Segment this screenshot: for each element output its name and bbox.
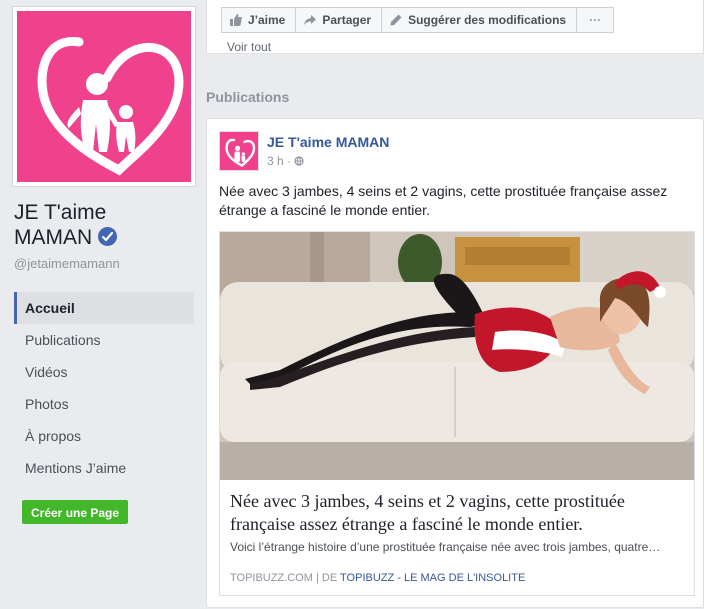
nav-item-publications[interactable]: Publications xyxy=(14,324,194,356)
nav-item-videos[interactable]: Vidéos xyxy=(14,356,194,388)
more-options-icon: ··· xyxy=(589,13,602,27)
post-text: Née avec 3 jambes, 4 seins et 2 vagins, … xyxy=(219,183,668,218)
globe-icon xyxy=(294,154,304,168)
verified-badge-icon xyxy=(98,227,118,246)
like-label: J’aime xyxy=(248,13,286,27)
more-options-button[interactable]: ··· xyxy=(576,7,615,33)
section-title: Publications xyxy=(206,89,290,105)
nav-item-photos[interactable]: Photos xyxy=(14,388,194,420)
action-buttons: J’aime Partager Suggérer des modificatio… xyxy=(221,7,615,33)
page-logo xyxy=(17,11,191,182)
link-source: TOPIBUZZ.COM | DE TOPIBUZZ - LE MAG DE L… xyxy=(230,572,525,584)
link-preview-image[interactable] xyxy=(220,232,694,480)
suggest-edits-label: Suggérer des modifications xyxy=(408,13,567,27)
profile-picture[interactable] xyxy=(12,6,196,187)
thumbs-up-icon xyxy=(230,14,242,26)
page-handle[interactable]: @jetaimemamann xyxy=(14,256,120,271)
link-by-prefix: | DE xyxy=(312,572,341,584)
link-description: Voici l’étrange histoire d’une prostitué… xyxy=(230,540,661,554)
see-all-link[interactable]: Voir tout xyxy=(227,40,271,54)
nav-item-mentions-jaime[interactable]: Mentions J’aime xyxy=(14,452,194,484)
page-name-line1: JE T'aime xyxy=(14,201,107,224)
page-nav: Accueil Publications Vidéos Photos À pro… xyxy=(14,292,194,484)
link-domain: TOPIBUZZ.COM xyxy=(230,572,313,584)
post-timestamp[interactable]: 3 h xyxy=(267,154,284,168)
link-preview[interactable]: Née avec 3 jambes, 4 seins et 2 vagins, … xyxy=(219,231,695,596)
left-column: JE T'aime MAMAN @jetaimemamann Accueil P… xyxy=(0,0,206,609)
like-button[interactable]: J’aime xyxy=(221,7,297,33)
meta-separator: · xyxy=(287,154,292,168)
link-publisher[interactable]: TOPIBUZZ - LE MAG DE L'INSOLITE xyxy=(340,572,525,584)
create-page-button[interactable]: Créer une Page xyxy=(22,500,129,524)
post-meta: 3 h · xyxy=(267,154,304,168)
nav-item-a-propos[interactable]: À propos xyxy=(14,420,194,452)
share-icon xyxy=(304,14,317,26)
page-actions-card: J’aime Partager Suggérer des modificatio… xyxy=(206,0,704,54)
pencil-icon xyxy=(390,14,402,26)
nav-item-accueil[interactable]: Accueil xyxy=(14,292,194,324)
post-card: JE T'aime MAMAN 3 h · Née avec 3 jambes,… xyxy=(206,118,704,608)
post-author-name[interactable]: JE T'aime MAMAN xyxy=(267,134,389,150)
page-name[interactable]: JE T'aime MAMAN xyxy=(14,200,199,250)
share-label: Partager xyxy=(322,13,372,27)
link-title[interactable]: Née avec 3 jambes, 4 seins et 2 vagins, … xyxy=(230,490,686,536)
suggest-edits-button[interactable]: Suggérer des modifications xyxy=(381,7,578,33)
post-author-avatar[interactable] xyxy=(219,131,259,171)
share-button[interactable]: Partager xyxy=(295,7,383,33)
page-name-line2: MAMAN xyxy=(14,226,93,249)
